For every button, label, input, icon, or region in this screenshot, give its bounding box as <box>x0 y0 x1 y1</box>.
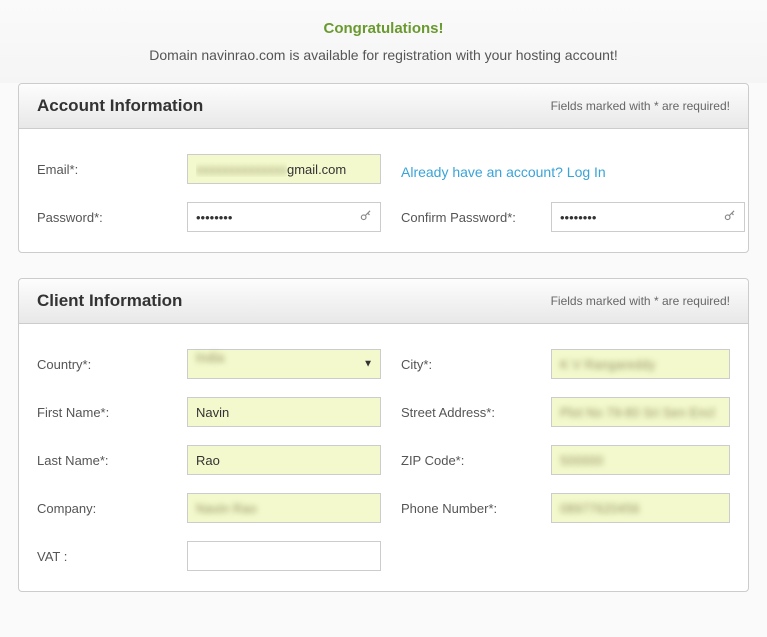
first-name-label: First Name*: <box>37 405 187 420</box>
account-panel-body: Email*: xxxxxxxxxxxxxx gmail.com Passwor… <box>19 129 748 252</box>
zip-code-field[interactable]: 500000 <box>551 445 730 475</box>
last-name-label: Last Name*: <box>37 453 187 468</box>
required-note: Fields marked with * are required! <box>551 99 730 113</box>
login-link[interactable]: Already have an account? Log In <box>401 159 606 180</box>
phone-number-field[interactable]: 08977620456 <box>551 493 730 523</box>
first-name-field[interactable] <box>187 397 381 427</box>
account-information-panel: Account Information Fields marked with *… <box>18 83 749 253</box>
account-panel-title: Account Information <box>37 96 203 116</box>
company-field[interactable]: Navin Rao <box>187 493 381 523</box>
last-name-field[interactable] <box>187 445 381 475</box>
client-panel-body: Country*: India ▼ First Name*: Last Name… <box>19 324 748 591</box>
account-panel-header: Account Information Fields marked with *… <box>19 84 748 129</box>
email-visible-part: gmail.com <box>287 162 346 177</box>
street-address-field[interactable]: Plot No 79-80 Sri Sen Encl <box>551 397 730 427</box>
availability-subtitle: Domain navinrao.com is available for reg… <box>0 47 767 63</box>
confirm-password-label: Confirm Password*: <box>401 210 551 225</box>
client-panel-header: Client Information Fields marked with * … <box>19 279 748 324</box>
password-field[interactable] <box>187 202 381 232</box>
company-label: Company: <box>37 501 187 516</box>
congrats-title: Congratulations! <box>0 20 767 37</box>
country-select[interactable]: India <box>187 349 381 379</box>
country-label: Country*: <box>37 357 187 372</box>
street-label: Street Address*: <box>401 405 551 420</box>
vat-field[interactable] <box>187 541 381 571</box>
city-label: City*: <box>401 357 551 372</box>
vat-label: VAT : <box>37 549 187 564</box>
email-field[interactable]: xxxxxxxxxxxxxx gmail.com <box>187 154 381 184</box>
zip-label: ZIP Code*: <box>401 453 551 468</box>
required-note: Fields marked with * are required! <box>551 294 730 308</box>
password-label: Password*: <box>37 210 187 225</box>
phone-label: Phone Number*: <box>401 501 551 516</box>
client-information-panel: Client Information Fields marked with * … <box>18 278 749 592</box>
header-area: Congratulations! Domain navinrao.com is … <box>0 0 767 83</box>
confirm-password-field[interactable] <box>551 202 745 232</box>
email-label: Email*: <box>37 162 187 177</box>
city-field[interactable]: K V Rangareddy <box>551 349 730 379</box>
email-blurred-part: xxxxxxxxxxxxxx <box>196 162 287 177</box>
client-panel-title: Client Information <box>37 291 182 311</box>
